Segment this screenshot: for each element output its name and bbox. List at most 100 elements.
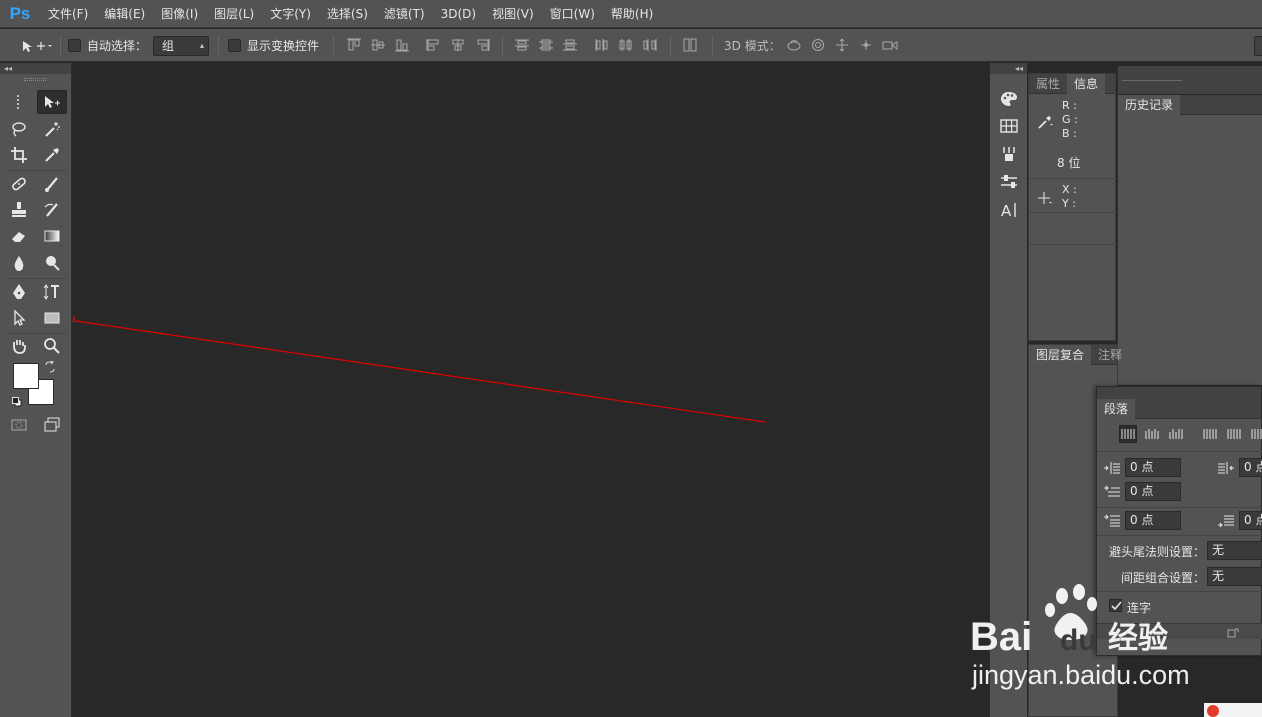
- swap-colors-icon[interactable]: [44, 360, 56, 373]
- orbit-3d-icon[interactable]: [786, 38, 802, 52]
- toolbox-grip[interactable]: [24, 78, 46, 81]
- tab-notes[interactable]: 注释: [1091, 345, 1129, 365]
- marquee-tool-icon[interactable]: [4, 90, 34, 114]
- distribute-right-icon[interactable]: [642, 38, 658, 52]
- ime-status-bar[interactable]: [1204, 703, 1262, 717]
- menu-help[interactable]: 帮助(H): [603, 0, 661, 28]
- move-tool-icon[interactable]: [37, 90, 67, 114]
- menu-view[interactable]: 视图(V): [484, 0, 542, 28]
- indent-right-field[interactable]: 0 点: [1239, 458, 1262, 477]
- new-style-icon[interactable]: [1227, 627, 1239, 638]
- tab-info[interactable]: 信息: [1067, 74, 1106, 94]
- indent-left-field[interactable]: 0 点: [1125, 458, 1181, 477]
- distribute-left-icon[interactable]: [594, 38, 610, 52]
- lasso-tool-icon[interactable]: [4, 117, 34, 141]
- clone-stamp-tool-icon[interactable]: [4, 198, 34, 222]
- slide-3d-icon[interactable]: [858, 38, 874, 52]
- brush-tool-icon[interactable]: [37, 172, 67, 196]
- align-center-text-icon[interactable]: [1143, 425, 1161, 443]
- info-g-label: G :: [1062, 113, 1078, 126]
- menu-window[interactable]: 窗口(W): [542, 0, 603, 28]
- eyedropper-tool-icon[interactable]: [37, 143, 67, 167]
- crop-tool-icon[interactable]: [4, 143, 34, 167]
- justify-last-right-icon[interactable]: [1249, 425, 1262, 443]
- dodge-tool-icon[interactable]: [37, 251, 67, 275]
- hyphenate-checkbox[interactable]: [1109, 599, 1122, 612]
- hand-tool-icon[interactable]: [4, 334, 34, 358]
- quick-mask-icon[interactable]: [4, 413, 34, 437]
- align-top-icon[interactable]: [346, 38, 362, 52]
- tool-preset-picker[interactable]: [20, 29, 52, 62]
- foreground-color-swatch[interactable]: [13, 363, 39, 389]
- scale-3d-icon[interactable]: [882, 38, 898, 52]
- crosshair-readout-icon[interactable]: [1037, 191, 1053, 207]
- space-after-field[interactable]: 0 点: [1239, 511, 1262, 530]
- eyedropper-readout-icon[interactable]: [1037, 114, 1053, 130]
- auto-select-dropdown[interactable]: 组 ▴: [153, 35, 209, 56]
- paragraph-panel-titlebar[interactable]: [1097, 387, 1261, 399]
- brush-presets-icon[interactable]: [998, 144, 1020, 164]
- ime-logo-icon: [1207, 705, 1219, 717]
- menu-edit[interactable]: 编辑(E): [96, 0, 153, 28]
- path-selection-tool-icon[interactable]: [4, 306, 34, 330]
- space-after-icon: [1217, 514, 1235, 528]
- eraser-tool-icon[interactable]: [4, 224, 34, 248]
- pan-3d-icon[interactable]: [834, 38, 850, 52]
- tab-properties[interactable]: 属性: [1029, 74, 1067, 94]
- space-before-field[interactable]: 0 点: [1125, 511, 1181, 530]
- menu-select[interactable]: 选择(S): [319, 0, 376, 28]
- show-transform-checkbox[interactable]: [228, 39, 241, 52]
- tab-history[interactable]: 历史记录: [1118, 95, 1181, 115]
- align-right-text-icon[interactable]: [1167, 425, 1185, 443]
- menu-3d[interactable]: 3D(D): [433, 0, 484, 28]
- menu-image[interactable]: 图像(I): [153, 0, 206, 28]
- indent-first-line-field[interactable]: 0 点: [1125, 482, 1181, 501]
- distribute-bottom-icon[interactable]: [562, 38, 578, 52]
- history-brush-tool-icon[interactable]: [37, 198, 67, 222]
- info-panel: 属性 信息 R : G : B : 8 位 X : Y :: [1028, 73, 1117, 341]
- healing-brush-tool-icon[interactable]: [4, 172, 34, 196]
- align-hcenter-icon[interactable]: [450, 38, 466, 52]
- distribute-hcenter-icon[interactable]: [618, 38, 634, 52]
- rectangle-tool-icon[interactable]: [37, 306, 67, 330]
- align-left-text-icon[interactable]: [1119, 425, 1137, 443]
- blur-tool-icon[interactable]: [4, 251, 34, 275]
- adjustments-sliders-icon[interactable]: [998, 172, 1020, 192]
- menu-filter[interactable]: 滤镜(T): [376, 0, 433, 28]
- menu-type[interactable]: 文字(Y): [262, 0, 319, 28]
- gradient-tool-icon[interactable]: [37, 224, 67, 248]
- justify-last-left-icon[interactable]: [1201, 425, 1219, 443]
- toolbox-collapse-button[interactable]: ◂◂: [0, 63, 71, 74]
- auto-select-checkbox[interactable]: [68, 39, 81, 52]
- hyphenate-label: 连字: [1127, 601, 1152, 615]
- auto-align-icon[interactable]: [682, 38, 698, 52]
- color-palette-icon[interactable]: [998, 89, 1020, 109]
- distribute-vcenter-icon[interactable]: [538, 38, 554, 52]
- kinsoku-dropdown[interactable]: 无: [1207, 541, 1262, 560]
- align-bottom-icon[interactable]: [394, 38, 410, 52]
- magic-wand-tool-icon[interactable]: [37, 117, 67, 141]
- mojikumi-dropdown[interactable]: 无: [1207, 567, 1262, 586]
- align-left-icon[interactable]: [426, 38, 442, 52]
- menu-file[interactable]: 文件(F): [40, 0, 96, 28]
- mode3d-label: 3D 模式：: [724, 39, 781, 53]
- icon-strip-collapse-button[interactable]: ◂◂: [990, 63, 1027, 74]
- justify-last-center-icon[interactable]: [1225, 425, 1243, 443]
- align-right-icon[interactable]: [474, 38, 490, 52]
- workspace-switcher-button[interactable]: [1254, 36, 1262, 56]
- toolbox: ◂◂: [0, 63, 72, 717]
- roll-3d-icon[interactable]: [810, 38, 826, 52]
- swatches-grid-icon[interactable]: [998, 116, 1020, 136]
- default-colors-icon[interactable]: [12, 396, 22, 407]
- align-vcenter-icon[interactable]: [370, 38, 386, 52]
- tab-paragraph[interactable]: 段落: [1097, 399, 1136, 419]
- menu-layer[interactable]: 图层(L): [206, 0, 262, 28]
- document-canvas[interactable]: [73, 63, 988, 717]
- screen-mode-icon[interactable]: [37, 413, 67, 437]
- vertical-type-tool-icon[interactable]: [37, 280, 67, 304]
- distribute-top-icon[interactable]: [514, 38, 530, 52]
- tab-layer-comps[interactable]: 图层复合: [1029, 345, 1092, 365]
- zoom-tool-icon[interactable]: [37, 334, 67, 358]
- pen-tool-icon[interactable]: [4, 280, 34, 304]
- character-panel-icon[interactable]: A: [998, 200, 1020, 220]
